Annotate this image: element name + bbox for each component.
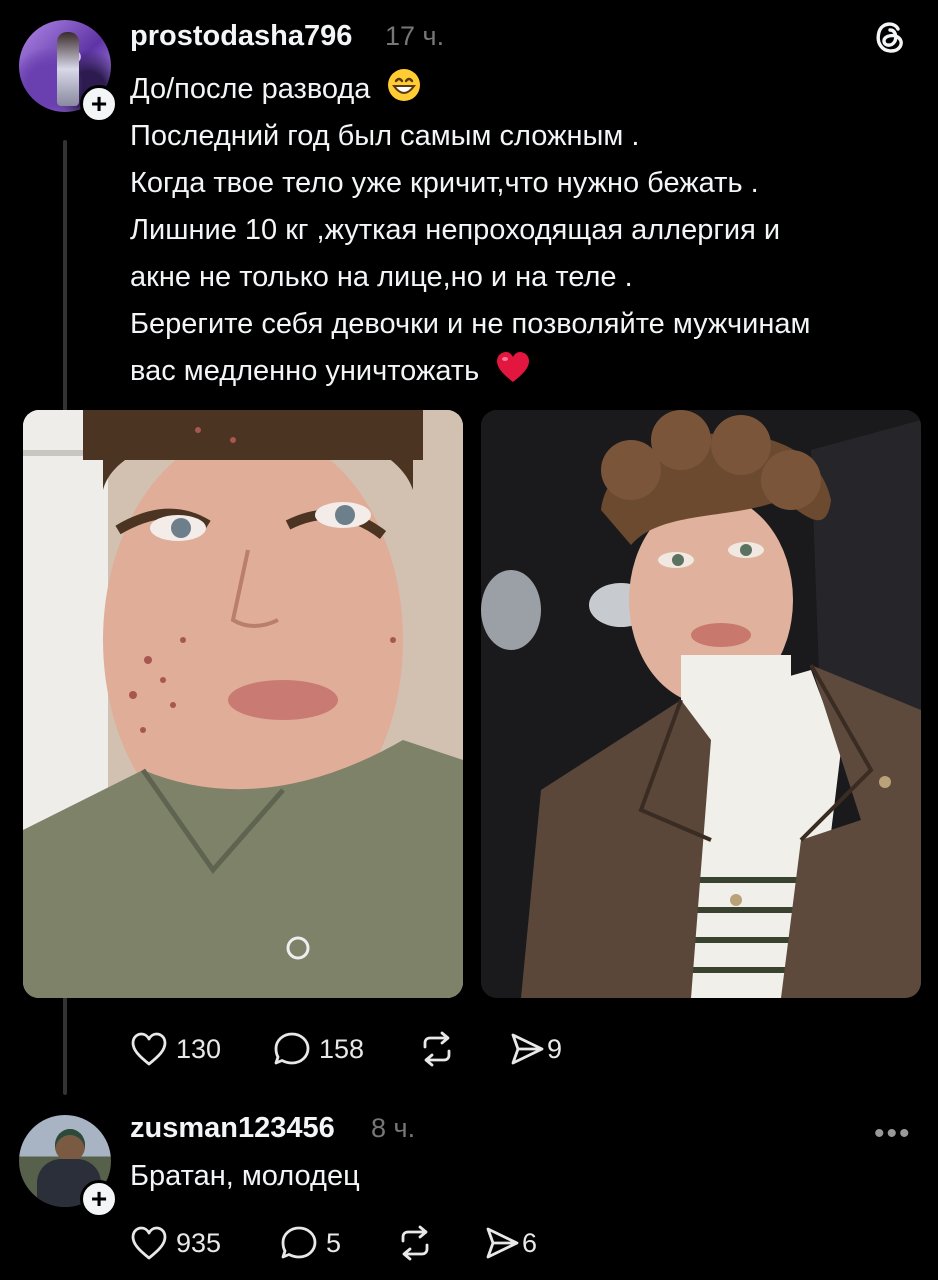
post-line-5: акне не только на лице,но и на теле . (130, 261, 633, 293)
red-heart-icon (497, 352, 530, 382)
post-photo-after[interactable] (481, 410, 921, 998)
repost-button[interactable] (417, 1031, 457, 1067)
follow-plus-icon[interactable]: + (80, 85, 118, 123)
reply-like-count: 935 (176, 1227, 222, 1258)
post-username[interactable]: prostodasha796 (130, 20, 352, 53)
reply-timestamp: 8 ч. (371, 1113, 416, 1143)
reply-body: Братан, молодец (130, 1160, 360, 1192)
post-line-2: Последний год был самым сложным . (130, 120, 640, 152)
repost-icon (401, 1225, 429, 1261)
post-line-4: Лишние 10 кг ,жуткая непроходящая аллерг… (130, 214, 781, 246)
reply-comment-button[interactable]: 5 (280, 1225, 341, 1261)
reply-username[interactable]: zusman123456 (130, 1112, 335, 1145)
share-button[interactable]: 9 (509, 1031, 562, 1067)
post-body: До/после развода Последний год был самым… (130, 66, 930, 395)
heart-icon (131, 1032, 167, 1066)
reply-repost-button[interactable] (395, 1225, 435, 1261)
post-line-1: До/после развода (130, 66, 930, 113)
like-button[interactable]: 130 (130, 1031, 221, 1067)
reply-share-count: 6 (522, 1227, 538, 1258)
reply-follow-plus-icon[interactable]: + (80, 1180, 118, 1218)
post-line-7: вас медленно уничтожать (130, 348, 930, 395)
send-icon (486, 1227, 519, 1259)
post-line-6: Берегите себя девочки и не позволяйте му… (130, 308, 811, 340)
threads-logo-icon[interactable] (870, 16, 910, 56)
share-count: 9 (547, 1033, 563, 1064)
more-dots-icon[interactable]: ••• (874, 1117, 912, 1151)
comment-count: 158 (319, 1033, 365, 1064)
post-photo-before[interactable] (23, 410, 463, 998)
heart-icon (131, 1226, 167, 1260)
comment-bubble-icon (274, 1032, 310, 1065)
grinning-face-icon (387, 69, 420, 101)
comment-bubble-icon (281, 1226, 317, 1259)
post-line-3: Когда твое тело уже кричит,что нужно беж… (130, 167, 759, 199)
repost-icon (423, 1031, 451, 1067)
like-count: 130 (176, 1033, 222, 1064)
reply-comment-count: 5 (326, 1227, 342, 1258)
reply-share-button[interactable]: 6 (484, 1225, 537, 1261)
comment-button[interactable]: 158 (273, 1031, 364, 1067)
post-timestamp: 17 ч. (385, 21, 445, 51)
send-icon (511, 1033, 544, 1065)
reply-like-button[interactable]: 935 (130, 1225, 221, 1261)
